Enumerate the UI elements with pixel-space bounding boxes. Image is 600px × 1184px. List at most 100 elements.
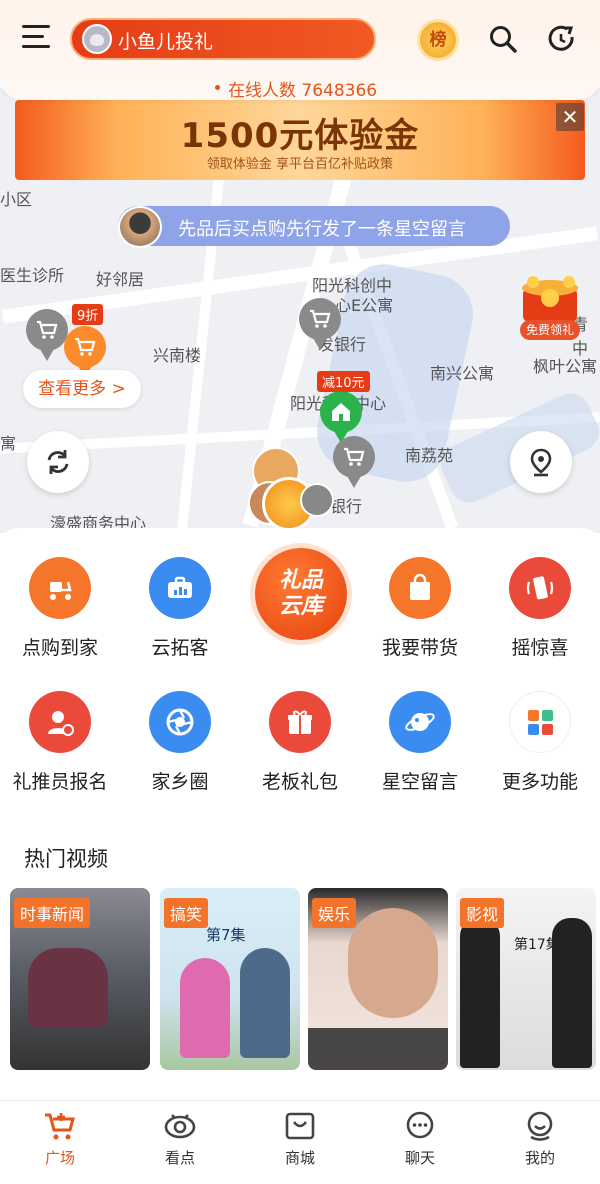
map-label: 兴南楼 <box>153 346 202 365</box>
gift-cloud-badge[interactable]: 礼品 云库 <box>255 548 347 640</box>
video-card[interactable]: 第17集 影视 <box>456 888 596 1070</box>
shake-phone-icon <box>509 557 571 619</box>
map-label: 医生诊所 <box>0 266 65 285</box>
video-card[interactable]: 第7集 搞笑 <box>160 888 300 1070</box>
grid-item-shake[interactable]: 摇惊喜 <box>480 557 600 660</box>
grid-label: 礼推员报名 <box>12 771 108 793</box>
channel-title: 小鱼儿投礼 <box>118 31 214 53</box>
cart-icon <box>344 447 365 466</box>
grid-item-hometown-circle[interactable]: 家乡圈 <box>120 691 240 794</box>
tab-label: 我的 <box>524 1149 555 1167</box>
cart-icon <box>45 1113 75 1140</box>
history-icon[interactable] <box>547 24 577 58</box>
video-thumbnail <box>348 908 438 1018</box>
tab-chat[interactable]: 聊天 <box>360 1110 480 1168</box>
apps-grid-icon <box>509 691 571 753</box>
tab-label: 广场 <box>44 1149 75 1167</box>
video-thumbnail <box>28 948 108 1028</box>
grid-label: 点购到家 <box>21 637 98 659</box>
aperture-icon <box>149 691 211 753</box>
view-more-button[interactable]: 查看更多 > <box>23 370 141 408</box>
grid-item-star-message[interactable]: 星空留言 <box>360 691 480 794</box>
cart-icon <box>37 320 58 339</box>
grid-label: 老板礼包 <box>261 771 338 793</box>
grid-label: 更多功能 <box>501 771 578 793</box>
video-category-tag: 影视 <box>460 898 505 928</box>
cart-icon <box>310 309 331 328</box>
location-pin-icon <box>530 448 552 477</box>
video-caption: 第17集 <box>514 937 560 953</box>
map-label: 南荔苑 <box>405 446 454 465</box>
grid-item-promoter-signup[interactable]: 礼推员报名 <box>0 691 120 794</box>
tab-watch[interactable]: 看点 <box>120 1110 240 1168</box>
briefcase-chart-icon <box>149 557 211 619</box>
home-icon <box>332 403 350 421</box>
video-thumbnail <box>240 948 290 1058</box>
banner-subtitle: 领取体验金 享平台百亿补贴政策 <box>206 157 394 172</box>
tab-mall[interactable]: 商城 <box>240 1110 360 1168</box>
map-label: 心E公寓 <box>335 296 394 315</box>
gift-icon <box>269 691 331 753</box>
avatar <box>118 206 162 248</box>
shop-pin[interactable] <box>333 436 375 488</box>
eye-icon <box>164 1114 196 1139</box>
user-cluster[interactable] <box>248 447 334 531</box>
rank-badge[interactable]: 榜 <box>420 22 456 58</box>
video-thumbnail <box>460 918 500 1068</box>
grid-item-delivery[interactable]: 点购到家 <box>0 557 120 660</box>
shopping-bag-icon <box>389 557 451 619</box>
message-text: 先品后买点购先行发了一条星空留言 <box>178 219 466 240</box>
avatar <box>300 483 334 517</box>
discount-tag: 9折 <box>72 304 104 325</box>
scooter-icon <box>29 557 91 619</box>
tab-label: 看点 <box>164 1149 195 1167</box>
locate-button[interactable] <box>510 431 572 493</box>
video-category-tag: 娱乐 <box>312 898 357 928</box>
grid-item-boss-package[interactable]: 老板礼包 <box>240 691 360 794</box>
tab-square[interactable]: 广场 <box>0 1110 120 1168</box>
search-icon[interactable] <box>488 24 518 58</box>
tab-label: 商城 <box>284 1149 315 1167</box>
shop-pin-discount[interactable] <box>64 326 106 378</box>
banner-title: 1500元体验金 <box>180 116 420 156</box>
shop-pin[interactable] <box>299 298 341 350</box>
menu-icon[interactable] <box>22 25 52 53</box>
map-label: 寓 <box>0 434 17 453</box>
free-gift-label: 免费领礼 <box>520 320 580 340</box>
user-badge-icon <box>29 691 91 753</box>
map-label: 好邻居 <box>96 270 145 289</box>
gift-box-icon <box>522 276 578 322</box>
grid-item-cloud-customer[interactable]: 云拓客 <box>120 557 240 660</box>
grid-label: 星空留言 <box>381 771 458 793</box>
video-category-tag: 时事新闻 <box>14 898 91 928</box>
close-icon[interactable]: ✕ <box>556 103 584 131</box>
home-pin[interactable] <box>320 391 362 443</box>
video-card[interactable]: 娱乐 <box>308 888 448 1070</box>
grid-label: 家乡圈 <box>151 771 209 793</box>
online-count: 在线人数 7648366 <box>228 81 378 101</box>
refresh-button[interactable] <box>27 431 89 493</box>
video-card[interactable]: 时事新闻 <box>10 888 150 1070</box>
section-title: 热门视频 <box>24 847 108 871</box>
planet-icon <box>389 691 451 753</box>
grid-label: 我要带货 <box>381 637 458 659</box>
grid-label: 云拓客 <box>151 637 209 659</box>
map-label: 南兴公寓 <box>430 364 495 383</box>
online-dot <box>215 85 220 90</box>
map-label: 银行 <box>330 497 363 516</box>
grid-item-sell-goods[interactable]: 我要带货 <box>360 557 480 660</box>
channel-title-pill[interactable] <box>70 18 376 60</box>
grid-label: 摇惊喜 <box>511 637 569 659</box>
profile-face-icon <box>527 1111 553 1141</box>
store-icon <box>285 1112 315 1140</box>
video-subtitle-bar <box>308 1028 448 1070</box>
tab-me[interactable]: 我的 <box>480 1110 600 1168</box>
video-thumbnail <box>180 958 230 1058</box>
refresh-icon <box>47 450 69 474</box>
shop-pin[interactable] <box>26 309 68 361</box>
video-caption: 第7集 <box>206 926 246 944</box>
tab-label: 聊天 <box>404 1149 435 1167</box>
cart-icon <box>75 337 96 356</box>
chat-bubble-icon <box>406 1111 434 1139</box>
grid-item-more-features[interactable]: 更多功能 <box>480 691 600 794</box>
